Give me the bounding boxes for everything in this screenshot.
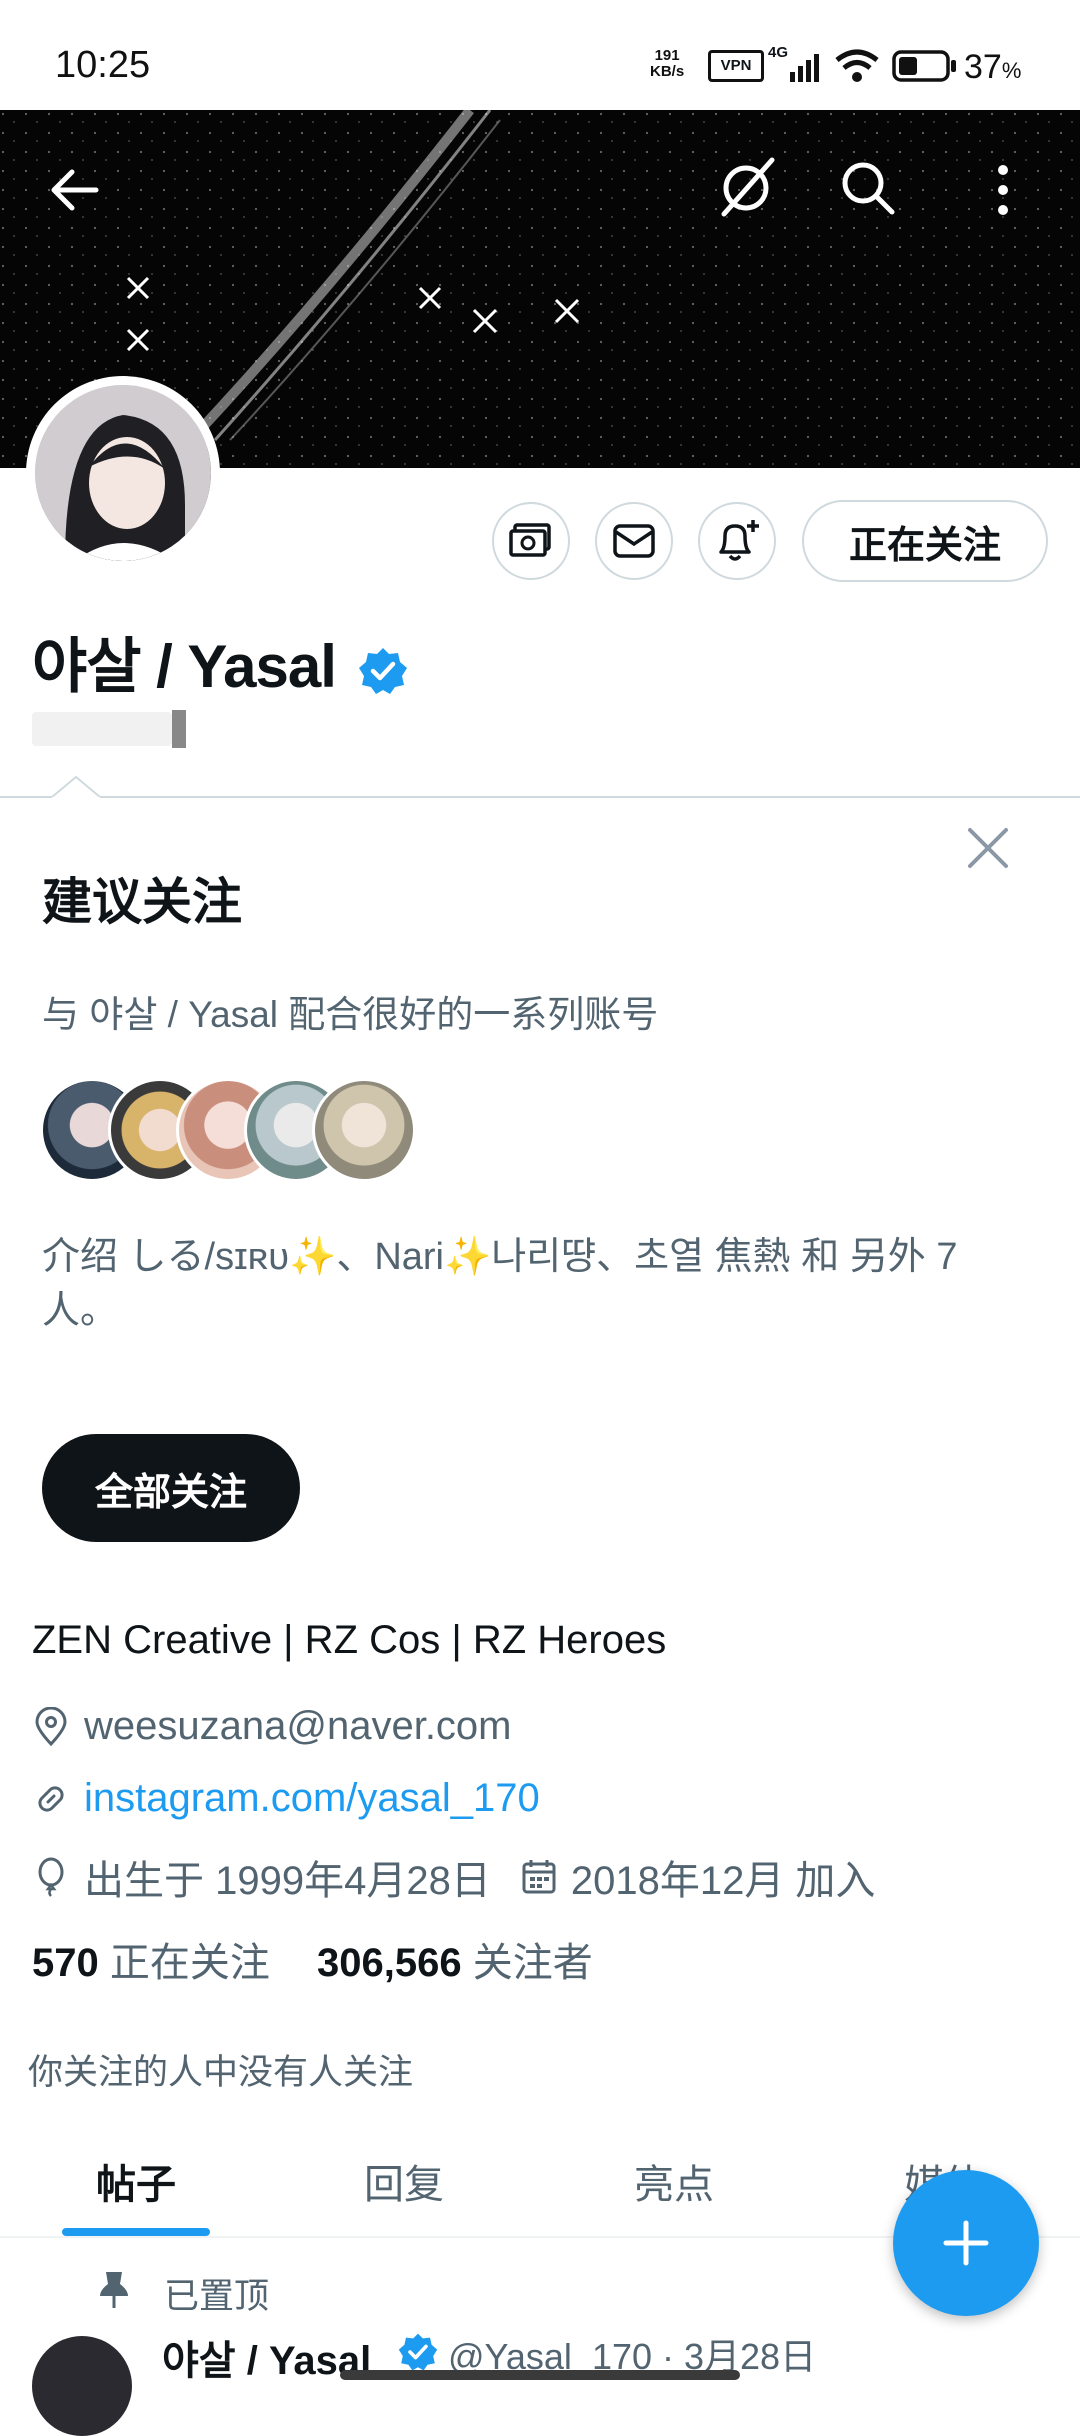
tab-replies[interactable]: 回复 bbox=[364, 2152, 444, 2210]
signal-icon bbox=[790, 54, 819, 82]
wifi-icon bbox=[835, 49, 879, 82]
caret-pointer bbox=[52, 776, 100, 800]
suggest-description: 与 야살 / Yasal 配合很好的一系列账号 bbox=[42, 994, 659, 1035]
pinned-label: 已置顶 bbox=[164, 2277, 270, 2316]
balloon-icon bbox=[38, 1857, 64, 1897]
follow-stats: 570 正在关注 306,566 关注者 bbox=[32, 1930, 593, 1988]
dates-row: 出生于 1999年4月28日 2018年12月 加入 bbox=[32, 1848, 875, 1906]
tab-highlights[interactable]: 亮点 bbox=[634, 2152, 714, 2210]
verified-icon bbox=[358, 648, 407, 695]
grok-icon[interactable] bbox=[716, 154, 778, 220]
notify-button[interactable] bbox=[698, 502, 776, 580]
plus-icon bbox=[943, 2220, 989, 2266]
pin-icon bbox=[100, 2272, 128, 2308]
status-time: 10:25 bbox=[55, 44, 151, 86]
battery-percent: 37% bbox=[964, 48, 1022, 86]
battery-icon bbox=[892, 50, 956, 82]
search-icon[interactable] bbox=[838, 158, 896, 216]
calendar-icon bbox=[522, 1860, 556, 1894]
bio: ZEN Creative | RZ Cos | RZ Heroes bbox=[32, 1618, 667, 1662]
suggest-title: 建议关注 bbox=[42, 874, 242, 930]
compose-button[interactable] bbox=[893, 2170, 1039, 2316]
followers-stat[interactable]: 306,566 关注者 bbox=[317, 1941, 593, 1985]
following-stat[interactable]: 570 正在关注 bbox=[32, 1941, 270, 1985]
location-icon bbox=[35, 1706, 67, 1746]
tip-button[interactable] bbox=[492, 502, 570, 580]
net-speed: 191 KB/s bbox=[650, 47, 685, 80]
suggest-intro: 介绍 しる/sɪʀᴜ✨、Nari✨나리땽、초열 焦熱 和 另外 7 人。 bbox=[42, 1236, 958, 1332]
tab-indicator bbox=[62, 2228, 210, 2236]
following-button[interactable]: 正在关注 bbox=[802, 500, 1048, 582]
back-icon[interactable] bbox=[46, 162, 102, 218]
display-name: 야살 / Yasal bbox=[32, 618, 408, 705]
verified-icon bbox=[398, 2333, 438, 2371]
bell-plus-icon bbox=[719, 520, 759, 561]
avatar-image bbox=[35, 385, 211, 561]
mail-icon bbox=[613, 524, 655, 558]
more-icon[interactable] bbox=[988, 162, 1018, 218]
link-icon bbox=[38, 1785, 64, 1812]
network-type: 4G bbox=[768, 44, 789, 61]
vpn-icon: VPN bbox=[708, 50, 764, 82]
message-button[interactable] bbox=[595, 502, 673, 580]
close-icon[interactable] bbox=[966, 826, 1010, 870]
home-indicator[interactable] bbox=[340, 2370, 740, 2380]
followed-by-note: 你关注的人中没有人关注 bbox=[28, 2053, 414, 2092]
handle-redacted bbox=[32, 706, 192, 750]
status-bar: 10:25 191 KB/s VPN 4G 37% bbox=[0, 0, 1080, 110]
money-icon bbox=[509, 523, 551, 557]
website-link[interactable]: instagram.com/yasal_170 bbox=[84, 1776, 540, 1821]
follow-all-button[interactable]: 全部关注 bbox=[42, 1434, 300, 1542]
suggested-avatar[interactable] bbox=[312, 1078, 416, 1182]
suggested-avatars[interactable] bbox=[40, 1078, 420, 1182]
avatar[interactable] bbox=[26, 376, 220, 570]
suggest-divider bbox=[0, 796, 1080, 798]
email-row: weesuzana@naver.com bbox=[32, 1704, 512, 1749]
website-row: instagram.com/yasal_170 bbox=[32, 1776, 540, 1821]
tab-posts[interactable]: 帖子 bbox=[96, 2152, 176, 2210]
post-avatar[interactable] bbox=[32, 2336, 132, 2436]
